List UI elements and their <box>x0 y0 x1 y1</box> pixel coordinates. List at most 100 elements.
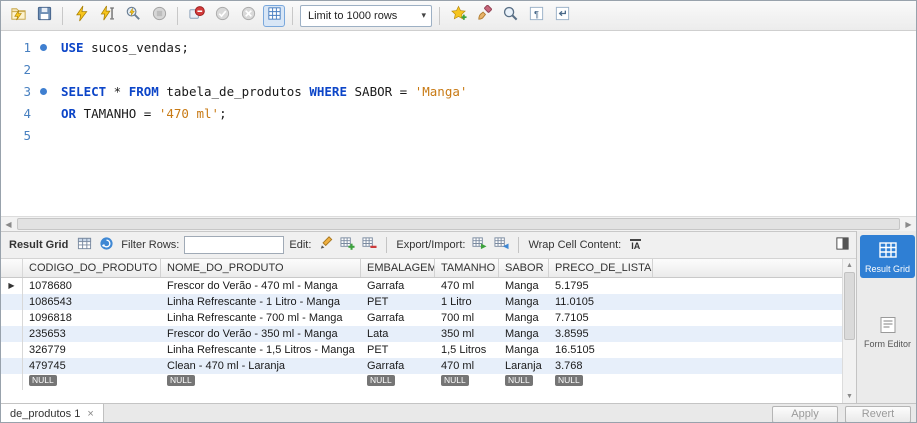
table-cell[interactable]: Linha Refrescante - 700 ml - Manga <box>161 310 361 326</box>
table-cell[interactable]: Clean - 470 ml - Laranja <box>161 358 361 374</box>
apply-button[interactable]: Apply <box>772 405 838 422</box>
panel-toggle-button[interactable] <box>833 236 852 255</box>
table-cell[interactable]: Manga <box>499 294 549 310</box>
grid-options-button[interactable] <box>75 236 94 255</box>
code-line[interactable]: 3 SELECT * FROM tabela_de_produtos WHERE … <box>1 80 916 102</box>
commit-button[interactable] <box>211 5 233 27</box>
import-button[interactable] <box>492 236 511 255</box>
table-cell[interactable]: 350 ml <box>435 326 499 342</box>
table-row[interactable]: 1086543 Linha Refrescante - 1 Litro - Man… <box>1 294 842 310</box>
table-cell[interactable]: NULL <box>435 374 499 390</box>
null-placeholder-row[interactable]: NULL NULL NULL NULL NULL NULL <box>1 374 842 390</box>
refresh-button[interactable] <box>97 236 116 255</box>
sidebar-item-result-grid[interactable]: Result Grid <box>860 235 915 278</box>
sql-editor[interactable]: 1 USE sucos_vendas; 2 3 SELECT * FROM tabela… <box>1 31 916 216</box>
table-cell[interactable]: Frescor do Verão - 470 ml - Manga <box>161 278 361 294</box>
table-cell[interactable]: 3.8595 <box>549 326 653 342</box>
edit-record-button[interactable] <box>316 236 335 255</box>
table-cell[interactable]: Manga <box>499 278 549 294</box>
table-cell[interactable]: 1086543 <box>23 294 161 310</box>
explain-plan-button[interactable] <box>122 5 144 27</box>
stop-execution-button[interactable] <box>148 5 170 27</box>
code-line[interactable]: 4 OR TAMANHO = '470 ml'; <box>1 102 916 124</box>
delete-row-button[interactable] <box>360 236 379 255</box>
table-row[interactable]: 235653 Frescor do Verão - 350 ml - Manga L… <box>1 326 842 342</box>
scroll-down-icon[interactable]: ▼ <box>843 390 856 403</box>
open-script-button[interactable] <box>7 5 29 27</box>
table-cell[interactable]: PET <box>361 342 435 358</box>
table-cell[interactable]: Linha Refrescante - 1 Litro - Manga <box>161 294 361 310</box>
row-selector[interactable] <box>1 358 23 374</box>
table-cell[interactable]: Lata <box>361 326 435 342</box>
table-row[interactable]: 1096818 Linha Refrescante - 700 ml - Mang… <box>1 310 842 326</box>
beautify-button[interactable] <box>473 4 495 27</box>
rollback-button[interactable] <box>237 5 259 27</box>
toggle-autocommit-button[interactable] <box>263 4 285 27</box>
scroll-right-icon[interactable]: ▶ <box>901 220 916 229</box>
wrap-text-button[interactable] <box>551 5 573 27</box>
close-icon[interactable]: × <box>87 408 93 420</box>
table-cell[interactable]: Garrafa <box>361 358 435 374</box>
result-tab[interactable]: de_produtos 1 × <box>1 404 104 422</box>
scroll-left-icon[interactable]: ◀ <box>1 220 16 229</box>
table-cell[interactable]: NULL <box>161 374 361 390</box>
table-cell[interactable]: 1096818 <box>23 310 161 326</box>
row-selector[interactable] <box>1 310 23 326</box>
table-cell[interactable]: 3.768 <box>549 358 653 374</box>
row-selector[interactable] <box>1 326 23 342</box>
save-snippet-button[interactable] <box>447 5 469 27</box>
table-cell[interactable]: 470 ml <box>435 358 499 374</box>
table-cell[interactable]: NULL <box>549 374 653 390</box>
export-button[interactable] <box>470 236 489 255</box>
scroll-up-icon[interactable]: ▲ <box>843 259 856 272</box>
table-cell[interactable]: NULL <box>23 374 161 390</box>
invisible-chars-button[interactable]: ¶ <box>525 5 547 27</box>
editor-horizontal-scrollbar[interactable]: ◀ ▶ <box>1 216 916 231</box>
table-cell[interactable]: Manga <box>499 310 549 326</box>
scrollbar-thumb[interactable] <box>17 218 900 230</box>
table-cell[interactable]: Linha Refrescante - 1,5 Litros - Manga <box>161 342 361 358</box>
table-cell[interactable]: 11.0105 <box>549 294 653 310</box>
limit-rows-dropdown[interactable]: Limit to 1000 rows ▾ <box>300 4 432 27</box>
execute-button[interactable] <box>70 5 92 27</box>
column-header[interactable]: CODIGO_DO_PRODUTO <box>23 259 161 277</box>
code-line[interactable]: 2 <box>1 58 916 80</box>
column-header[interactable]: EMBALAGEM <box>361 259 435 277</box>
code-line[interactable]: 5 <box>1 124 916 146</box>
table-cell[interactable]: 1078680 <box>23 278 161 294</box>
filter-rows-input[interactable] <box>184 236 285 254</box>
column-header[interactable]: NOME_DO_PRODUTO <box>161 259 361 277</box>
find-button[interactable] <box>499 5 521 27</box>
table-cell[interactable]: 1,5 Litros <box>435 342 499 358</box>
table-cell[interactable]: 7.7105 <box>549 310 653 326</box>
column-header[interactable]: SABOR <box>499 259 549 277</box>
table-cell[interactable]: NULL <box>361 374 435 390</box>
scrollbar-thumb[interactable] <box>844 272 855 340</box>
save-script-button[interactable] <box>33 5 55 27</box>
wrap-cell-content-button[interactable]: IA <box>626 236 645 255</box>
table-cell[interactable]: 700 ml <box>435 310 499 326</box>
current-row-marker[interactable]: ▶ <box>1 278 23 294</box>
sidebar-item-form-editor[interactable]: Form Editor <box>860 310 915 353</box>
table-cell[interactable]: Garrafa <box>361 310 435 326</box>
table-row[interactable]: 479745 Clean - 470 ml - Laranja Garrafa 470… <box>1 358 842 374</box>
table-cell[interactable]: 235653 <box>23 326 161 342</box>
table-cell[interactable]: Garrafa <box>361 278 435 294</box>
table-row[interactable]: ▶ 1078680 Frescor do Verão - 470 ml - Mang… <box>1 278 842 294</box>
column-header[interactable]: PRECO_DE_LISTA <box>549 259 653 277</box>
table-cell[interactable]: 16.5105 <box>549 342 653 358</box>
table-row[interactable]: 326779 Linha Refrescante - 1,5 Litros - M… <box>1 342 842 358</box>
grid-vertical-scrollbar[interactable]: ▲ ▼ <box>842 259 856 403</box>
table-cell[interactable]: Frescor do Verão - 350 ml - Manga <box>161 326 361 342</box>
code-line[interactable]: 1 USE sucos_vendas; <box>1 36 916 58</box>
table-cell[interactable]: 470 ml <box>435 278 499 294</box>
table-cell[interactable]: NULL <box>499 374 549 390</box>
execute-current-statement-button[interactable] <box>96 5 118 27</box>
row-selector[interactable] <box>1 374 23 390</box>
table-cell[interactable]: PET <box>361 294 435 310</box>
row-selector[interactable] <box>1 342 23 358</box>
table-cell[interactable]: 1 Litro <box>435 294 499 310</box>
table-cell[interactable]: 5.1795 <box>549 278 653 294</box>
table-cell[interactable]: Laranja <box>499 358 549 374</box>
table-cell[interactable]: 326779 <box>23 342 161 358</box>
